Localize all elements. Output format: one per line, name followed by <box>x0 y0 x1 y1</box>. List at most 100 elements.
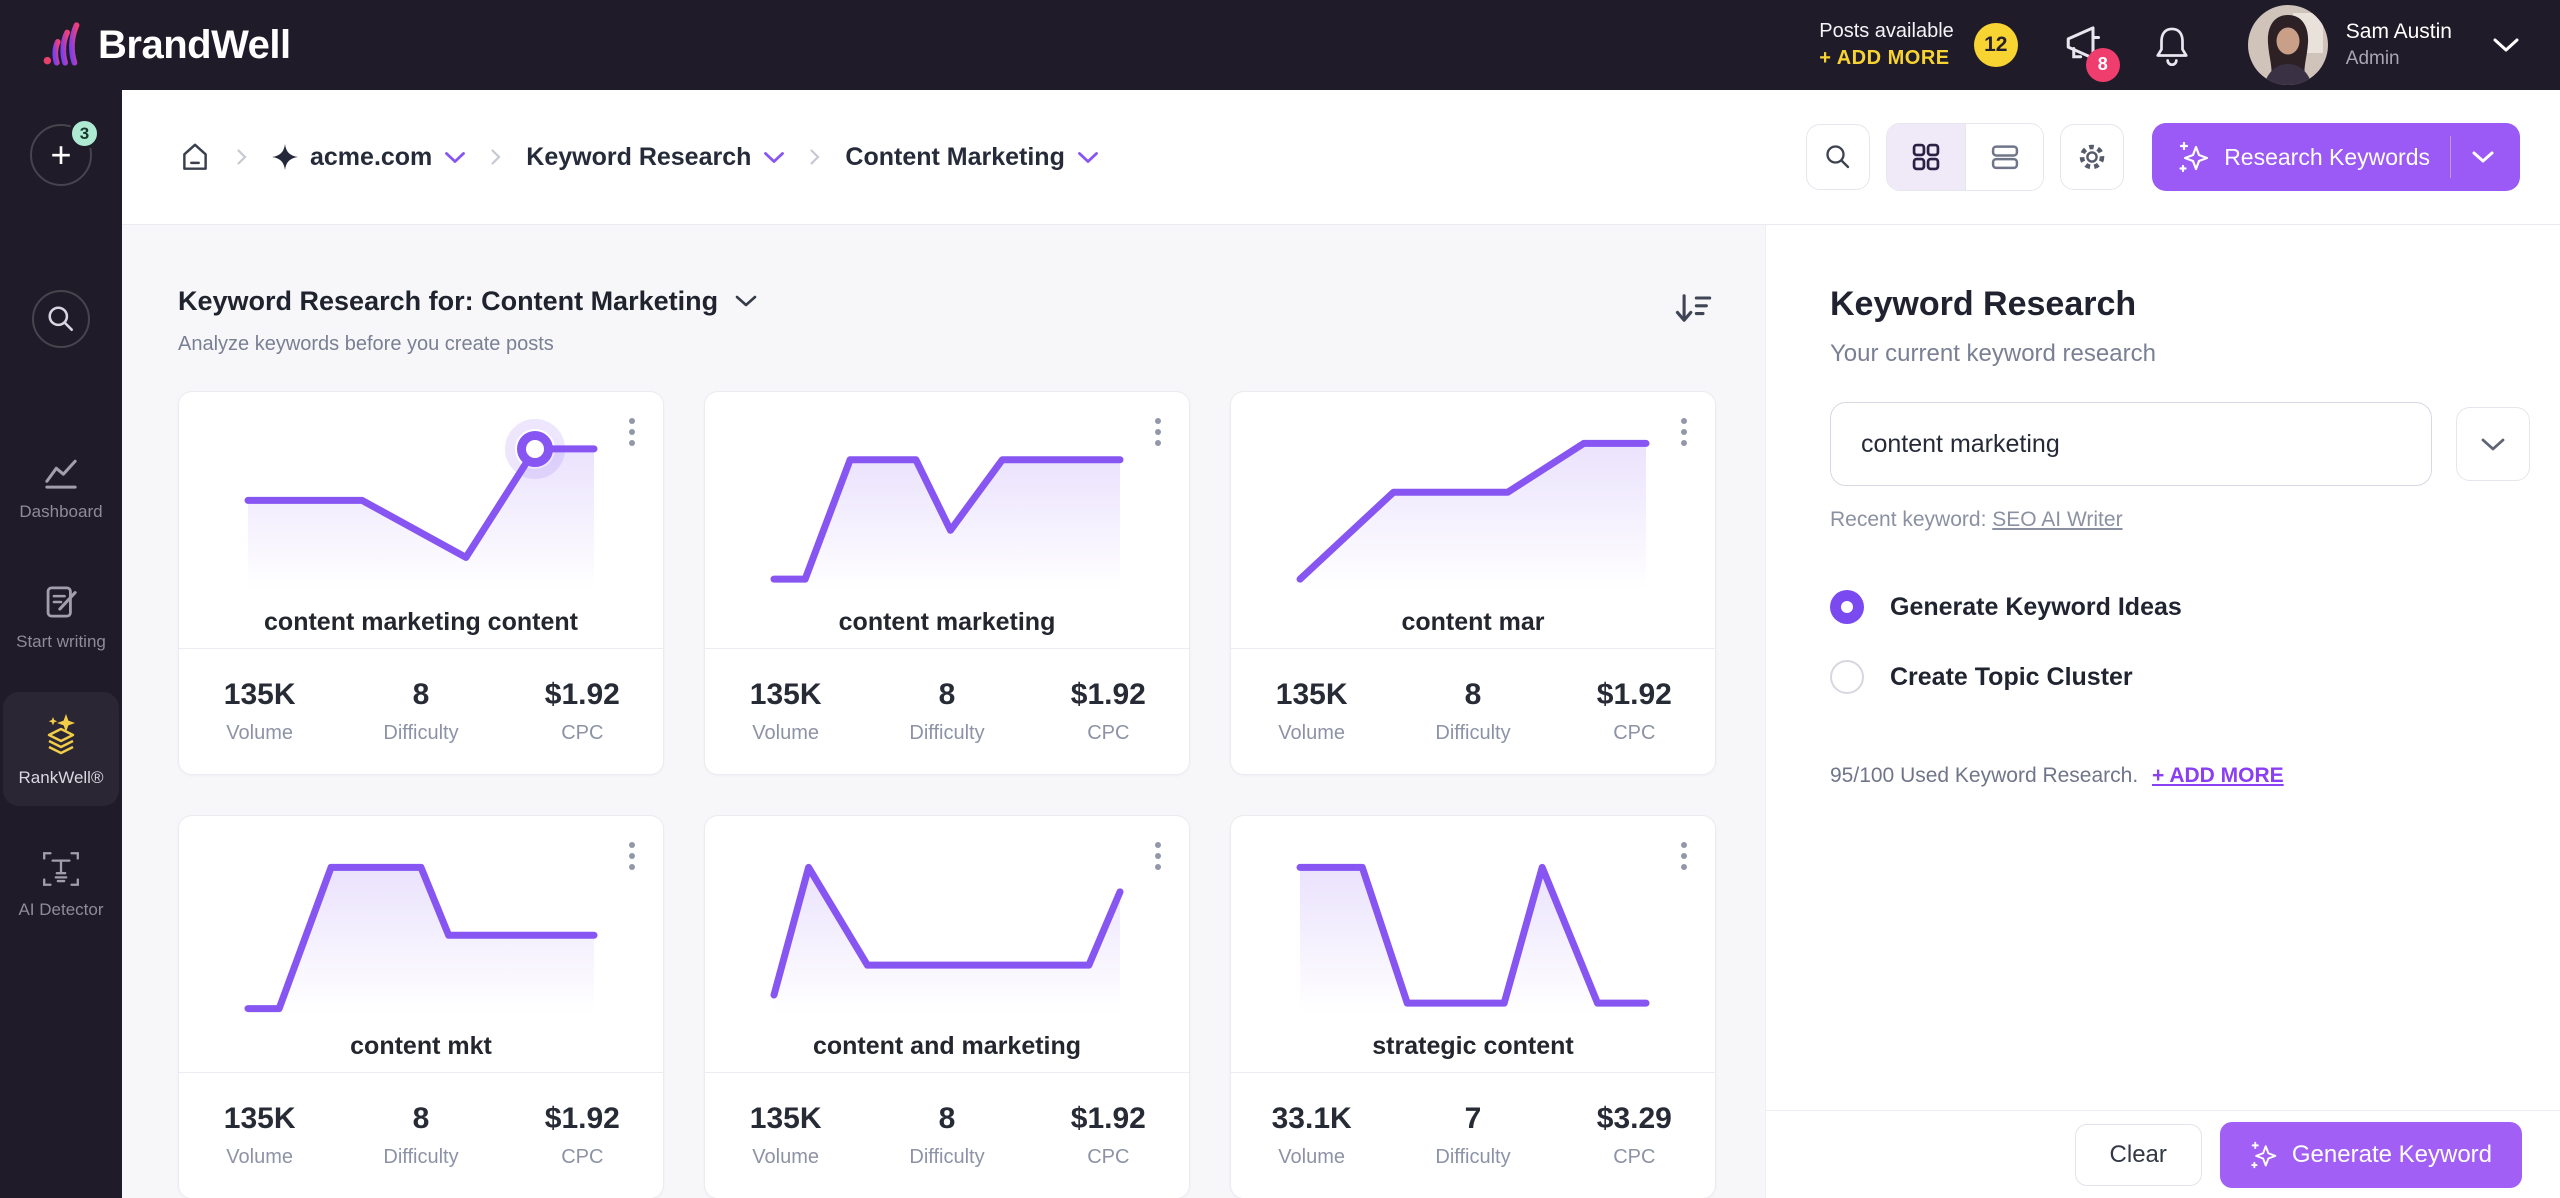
keyword-stats: 135K Volume 8 Difficulty $1.92 CPC <box>705 1072 1189 1198</box>
card-menu-button[interactable] <box>1677 838 1691 874</box>
keyword-card[interactable]: content mkt 135K Volume 8 Difficulty $1.… <box>178 815 664 1198</box>
keyword-trend-chart <box>774 862 1120 1014</box>
generate-keyword-button[interactable]: Generate Keyword <box>2219 1121 2522 1188</box>
card-menu-button[interactable] <box>625 838 639 874</box>
difficulty-label: Difficulty <box>909 1146 985 1168</box>
settings-button[interactable] <box>2060 124 2125 190</box>
usage-add-more-link[interactable]: + ADD MORE <box>2152 764 2284 787</box>
breadcrumb-label: Keyword Research <box>526 142 752 171</box>
cpc-stat: $1.92 CPC <box>1028 1102 1189 1169</box>
difficulty-stat: 8 Difficulty <box>866 1102 1027 1169</box>
breadcrumb-site-label: acme.com <box>310 142 433 171</box>
search-icon <box>48 306 74 331</box>
difficulty-stat: 8 Difficulty <box>340 678 501 745</box>
clear-button[interactable]: Clear <box>2074 1123 2202 1186</box>
start-writing-icon <box>3 582 119 622</box>
sidebar-item-rankwell[interactable]: RankWell® <box>3 692 119 806</box>
user-role: Admin <box>2345 48 2400 70</box>
cpc-value: $1.92 <box>544 678 620 711</box>
avatar[interactable] <box>2247 5 2328 85</box>
keyword-title: content mkt <box>350 1032 492 1060</box>
volume-label: Volume <box>1278 1146 1346 1168</box>
home-icon[interactable] <box>178 140 212 174</box>
keyword-input-dropdown-button[interactable] <box>2456 407 2530 481</box>
brand-logo[interactable]: BrandWell <box>40 20 291 70</box>
user-info[interactable]: Sam Austin Admin <box>2346 17 2452 73</box>
card-grid: content marketing content 135K Volume 8 … <box>178 391 1765 1198</box>
section-subtitle: Analyze keywords before you create posts <box>178 333 554 355</box>
sort-button[interactable] <box>1673 289 1713 332</box>
cpc-label: CPC <box>1087 722 1130 744</box>
volume-label: Volume <box>752 1146 820 1168</box>
keyword-card[interactable]: content and marketing 135K Volume 8 Diff… <box>704 815 1190 1198</box>
volume-label: Volume <box>1278 722 1346 744</box>
create-new-button[interactable]: + 3 <box>30 118 100 186</box>
card-menu-button[interactable] <box>1677 414 1691 450</box>
sidebar-item-label: AI Detector <box>18 900 104 919</box>
difficulty-stat: 8 Difficulty <box>340 1102 501 1169</box>
user-menu-chevron-icon[interactable] <box>2492 37 2520 53</box>
cpc-value: $1.92 <box>1070 1102 1146 1135</box>
create-badge: 3 <box>69 118 100 149</box>
keyword-card[interactable]: content marketing 135K Volume 8 Difficul… <box>704 391 1190 775</box>
cpc-stat: $3.29 CPC <box>1554 1102 1715 1169</box>
breadcrumb-content-marketing[interactable]: Content Marketing <box>845 143 1098 172</box>
posts-available-label: Posts available <box>1819 20 1954 42</box>
keyword-title: content marketing content <box>264 608 578 636</box>
option-label: Create Topic Cluster <box>1890 662 2133 691</box>
recent-keyword-link[interactable]: SEO AI Writer <box>1992 508 2122 531</box>
keyword-input[interactable] <box>1830 402 2432 486</box>
sidebar-item-start-writing[interactable]: Start writing <box>3 562 119 670</box>
sidebar-item-label: RankWell® <box>18 768 104 787</box>
research-keywords-button[interactable]: Research Keywords <box>2152 123 2520 191</box>
breadcrumb-separator-icon <box>491 149 501 165</box>
chevron-down-icon[interactable] <box>763 151 785 164</box>
difficulty-stat: 7 Difficulty <box>1392 1102 1553 1169</box>
add-more-link[interactable]: + ADD MORE <box>1819 45 1954 72</box>
card-menu-button[interactable] <box>1151 414 1165 450</box>
card-menu-button[interactable] <box>625 414 639 450</box>
chevron-down-icon[interactable] <box>444 151 466 164</box>
ai-detector-icon <box>3 848 119 890</box>
sparkline-chart <box>1300 438 1646 590</box>
research-keywords-dropdown[interactable] <box>2450 136 2514 178</box>
cpc-stat: $1.92 CPC <box>502 678 663 745</box>
chevron-down-icon[interactable] <box>1077 151 1099 164</box>
keyword-stats: 33.1K Volume 7 Difficulty $3.29 CPC <box>1231 1072 1715 1198</box>
header-search-button[interactable] <box>1806 124 1871 190</box>
volume-stat: 135K Volume <box>179 678 340 745</box>
volume-stat: 135K Volume <box>1231 678 1392 745</box>
sidebar-item-dashboard[interactable]: Dashboard <box>3 434 119 540</box>
notifications-button[interactable] <box>2152 24 2192 66</box>
announcements-button[interactable]: 8 <box>2060 21 2120 82</box>
keyword-card[interactable]: content marketing content 135K Volume 8 … <box>178 391 664 775</box>
difficulty-value: 8 <box>938 1102 956 1135</box>
gear-icon <box>2079 144 2105 170</box>
radio-generate-keyword-ideas[interactable] <box>1830 590 1864 624</box>
sparkline-chart <box>774 862 1120 1014</box>
research-keywords-label: Research Keywords <box>2224 143 2430 170</box>
brandwell-logo-icon <box>43 22 80 66</box>
volume-label: Volume <box>752 722 820 744</box>
difficulty-value: 8 <box>412 678 430 711</box>
keyword-trend-chart <box>774 438 1120 590</box>
volume-value: 135K <box>223 1102 296 1135</box>
difficulty-value: 7 <box>1464 1102 1482 1135</box>
cpc-label: CPC <box>1613 722 1656 744</box>
keyword-card[interactable]: content mar 135K Volume 8 Difficulty $1.… <box>1230 391 1716 775</box>
option-generate-keyword-ideas[interactable]: Generate Keyword Ideas <box>1830 590 2530 624</box>
sidebar-search-button[interactable] <box>32 290 90 348</box>
grid-view-button[interactable] <box>1887 124 1966 190</box>
breadcrumb-site[interactable]: acme.com <box>272 143 466 172</box>
keyword-card[interactable]: strategic content 33.1K Volume 7 Difficu… <box>1230 815 1716 1198</box>
radio-create-topic-cluster[interactable] <box>1830 660 1864 694</box>
option-create-topic-cluster[interactable]: Create Topic Cluster <box>1830 660 2530 694</box>
recent-keyword-label: Recent keyword: <box>1830 508 1987 531</box>
card-menu-button[interactable] <box>1151 838 1165 874</box>
volume-stat: 135K Volume <box>705 1102 866 1169</box>
breadcrumb-keyword-research[interactable]: Keyword Research <box>526 143 785 172</box>
sidebar-item-ai-detector[interactable]: AI Detector <box>3 828 119 938</box>
list-view-button[interactable] <box>1965 124 2044 190</box>
keyword-trend-chart <box>1300 862 1646 1014</box>
section-chevron-icon[interactable] <box>734 294 758 308</box>
